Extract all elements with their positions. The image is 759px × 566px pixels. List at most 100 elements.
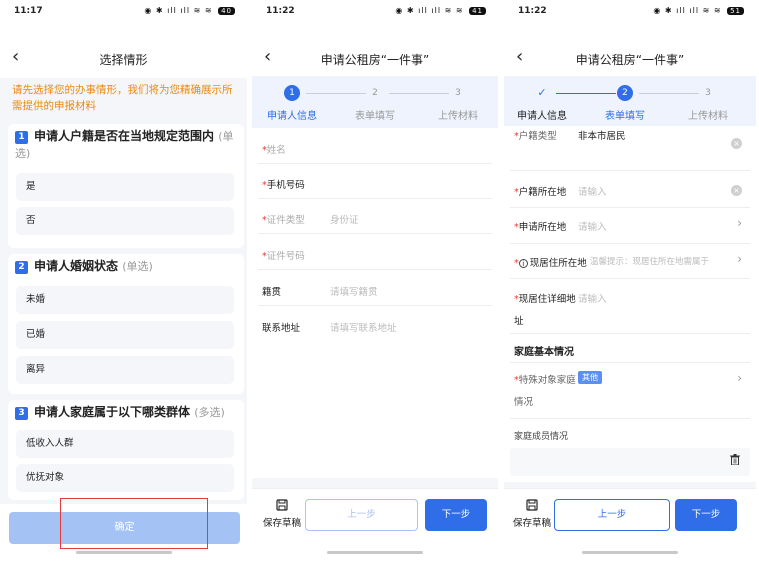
divider <box>510 278 750 279</box>
step-2-dot: 2 <box>372 88 378 98</box>
family-member-row <box>510 448 750 476</box>
section-title-family: 家庭基本情况 <box>514 347 574 358</box>
footer: 保存草稿 上一步 下一步 <box>504 488 756 566</box>
footer: 保存草稿 上一步 下一步 <box>252 488 498 566</box>
status-bar: 11:22 ◉ ✱ ıll ıll ≋ ≋ 41 <box>252 0 498 22</box>
save-draft-button[interactable]: 保存草稿 <box>262 499 302 529</box>
question-1-title: 1 申请人户籍是否在当地规定范围内 (单选) <box>15 129 234 160</box>
divider <box>510 170 750 171</box>
status-icons: ◉ ✱ ıll ıll ≋ ≋ 40 <box>144 6 235 15</box>
divider <box>258 305 492 306</box>
clear-icon[interactable]: × <box>731 138 742 149</box>
save-draft-label: 保存草稿 <box>512 518 551 529</box>
step-2-dot: 2 <box>617 85 633 101</box>
native-place-placeholder: 请填写籍贯 <box>330 287 378 298</box>
status-time: 11:17 <box>14 6 43 16</box>
step-1-label: 申请人信息 <box>267 111 317 122</box>
nav-bar: ‹ 申请公租房“一件事” <box>504 44 756 72</box>
option-yes[interactable]: 是 <box>16 173 234 201</box>
battery-icon: 40 <box>218 7 235 15</box>
battery-icon: 51 <box>727 7 744 15</box>
save-draft-button[interactable]: 保存草稿 <box>512 499 552 529</box>
step-1-dot: 1 <box>284 85 300 101</box>
nav-bar: ‹ 选择情形 <box>0 44 247 72</box>
clear-icon[interactable]: × <box>731 185 742 196</box>
footer-shadow <box>252 478 498 488</box>
question-3-title: 3 申请人家庭属于以下哪类群体 (多选) <box>15 404 239 421</box>
divider <box>510 418 750 419</box>
step-indicator: 1 2 3 申请人信息 表单填写 上传材料 <box>252 76 498 128</box>
status-bar: 11:17 ◉ ✱ ıll ıll ≋ ≋ 40 <box>0 0 247 22</box>
divider <box>258 198 492 199</box>
step-connector <box>639 93 699 94</box>
step-1-label: 申请人信息 <box>517 111 567 122</box>
current-residence-hint: 温馨提示：现居住所在地需属于 <box>590 257 710 267</box>
status-bar: 11:22 ◉ ✱ ıll ıll ≋ ≋ 51 <box>504 0 756 22</box>
status-time: 11:22 <box>266 6 295 16</box>
option-no[interactable]: 否 <box>16 207 234 235</box>
address-placeholder: 请填写联系地址 <box>330 323 397 334</box>
home-indicator <box>75 551 172 554</box>
option-low-income[interactable]: 低收入人群 <box>16 430 234 458</box>
current-address-placeholder: 请输入 <box>578 294 607 305</box>
divider <box>258 233 492 234</box>
hukou-location-placeholder: 请输入 <box>578 187 607 198</box>
question-number-badge: 3 <box>15 407 28 420</box>
step-2-label: 表单填写 <box>605 111 645 122</box>
divider <box>510 333 750 334</box>
status-icons: ◉ ✱ ıll ıll ≋ ≋ 41 <box>395 6 486 15</box>
option-preferential[interactable]: 优抚对象 <box>16 464 234 492</box>
hukou-type-value: 非本市居民 <box>578 131 626 142</box>
status-icons: ◉ ✱ ıll ıll ≋ ≋ 51 <box>653 6 744 15</box>
special-tag[interactable]: 其他 <box>578 371 602 384</box>
step-3-dot: 3 <box>455 88 461 98</box>
question-list: 请先选择您的办事情形，我们将为您精确展示所需提供的申报材料 1 申请人户籍是否在当… <box>0 78 247 504</box>
apply-location-placeholder: 请输入 <box>578 222 607 233</box>
step-3-label: 上传材料 <box>688 111 728 122</box>
screen-form-fill: 11:22 ◉ ✱ ıll ıll ≋ ≋ 51 ‹ 申请公租房“一件事” ✓ … <box>504 0 756 566</box>
option-unmarried[interactable]: 未婚 <box>16 286 234 314</box>
question-number-badge: 1 <box>15 131 28 144</box>
info-icon: i <box>518 259 528 268</box>
save-icon <box>526 499 538 511</box>
page-title: 申请公租房“一件事” <box>320 53 430 67</box>
step-2-label: 表单填写 <box>355 111 395 122</box>
trash-icon <box>730 454 740 465</box>
divider <box>258 163 492 164</box>
prev-button[interactable]: 上一步 <box>554 499 670 531</box>
notice-text: 请先选择您的办事情形，我们将为您精确展示所需提供的申报材料 <box>12 84 233 112</box>
step-1-check-icon: ✓ <box>537 86 547 99</box>
divider <box>510 207 750 208</box>
page-title: 申请公租房“一件事” <box>575 53 685 67</box>
question-number-badge: 2 <box>15 261 28 274</box>
home-indicator <box>327 551 423 554</box>
divider <box>510 243 750 244</box>
chevron-right-icon: › <box>737 216 742 230</box>
highlight-box <box>60 498 208 549</box>
step-3-label: 上传材料 <box>438 111 478 122</box>
status-time: 11:22 <box>518 6 547 16</box>
id-type-value: 身份证 <box>330 215 359 226</box>
step-indicator: ✓ 2 3 申请人信息 表单填写 上传材料 <box>504 76 756 126</box>
save-icon <box>276 499 288 511</box>
screen-applicant-info: 11:22 ◉ ✱ ıll ıll ≋ ≋ 41 ‹ 申请公租房“一件事” 1 … <box>252 0 498 566</box>
step-connector <box>556 93 616 94</box>
next-button[interactable]: 下一步 <box>675 499 737 531</box>
screen-select-situation: 11:17 ◉ ✱ ıll ıll ≋ ≋ 40 ‹ 选择情形 请先选择您的办事… <box>0 0 247 566</box>
home-indicator <box>582 551 678 554</box>
step-connector <box>306 93 366 94</box>
option-divorced[interactable]: 离异 <box>16 356 234 384</box>
prev-button[interactable]: 上一步 <box>305 499 418 531</box>
chevron-right-icon: › <box>737 252 742 266</box>
next-button[interactable]: 下一步 <box>425 499 487 531</box>
option-married[interactable]: 已婚 <box>16 321 234 349</box>
save-draft-label: 保存草稿 <box>262 518 301 529</box>
nav-bar: ‹ 申请公租房“一件事” <box>252 44 498 72</box>
step-connector <box>389 93 449 94</box>
divider <box>258 269 492 270</box>
step-3-dot: 3 <box>705 88 711 98</box>
battery-icon: 41 <box>469 7 486 15</box>
question-2-title: 2 申请人婚姻状态 (单选) <box>15 258 239 275</box>
divider <box>510 362 750 363</box>
page-title: 选择情形 <box>99 53 148 67</box>
